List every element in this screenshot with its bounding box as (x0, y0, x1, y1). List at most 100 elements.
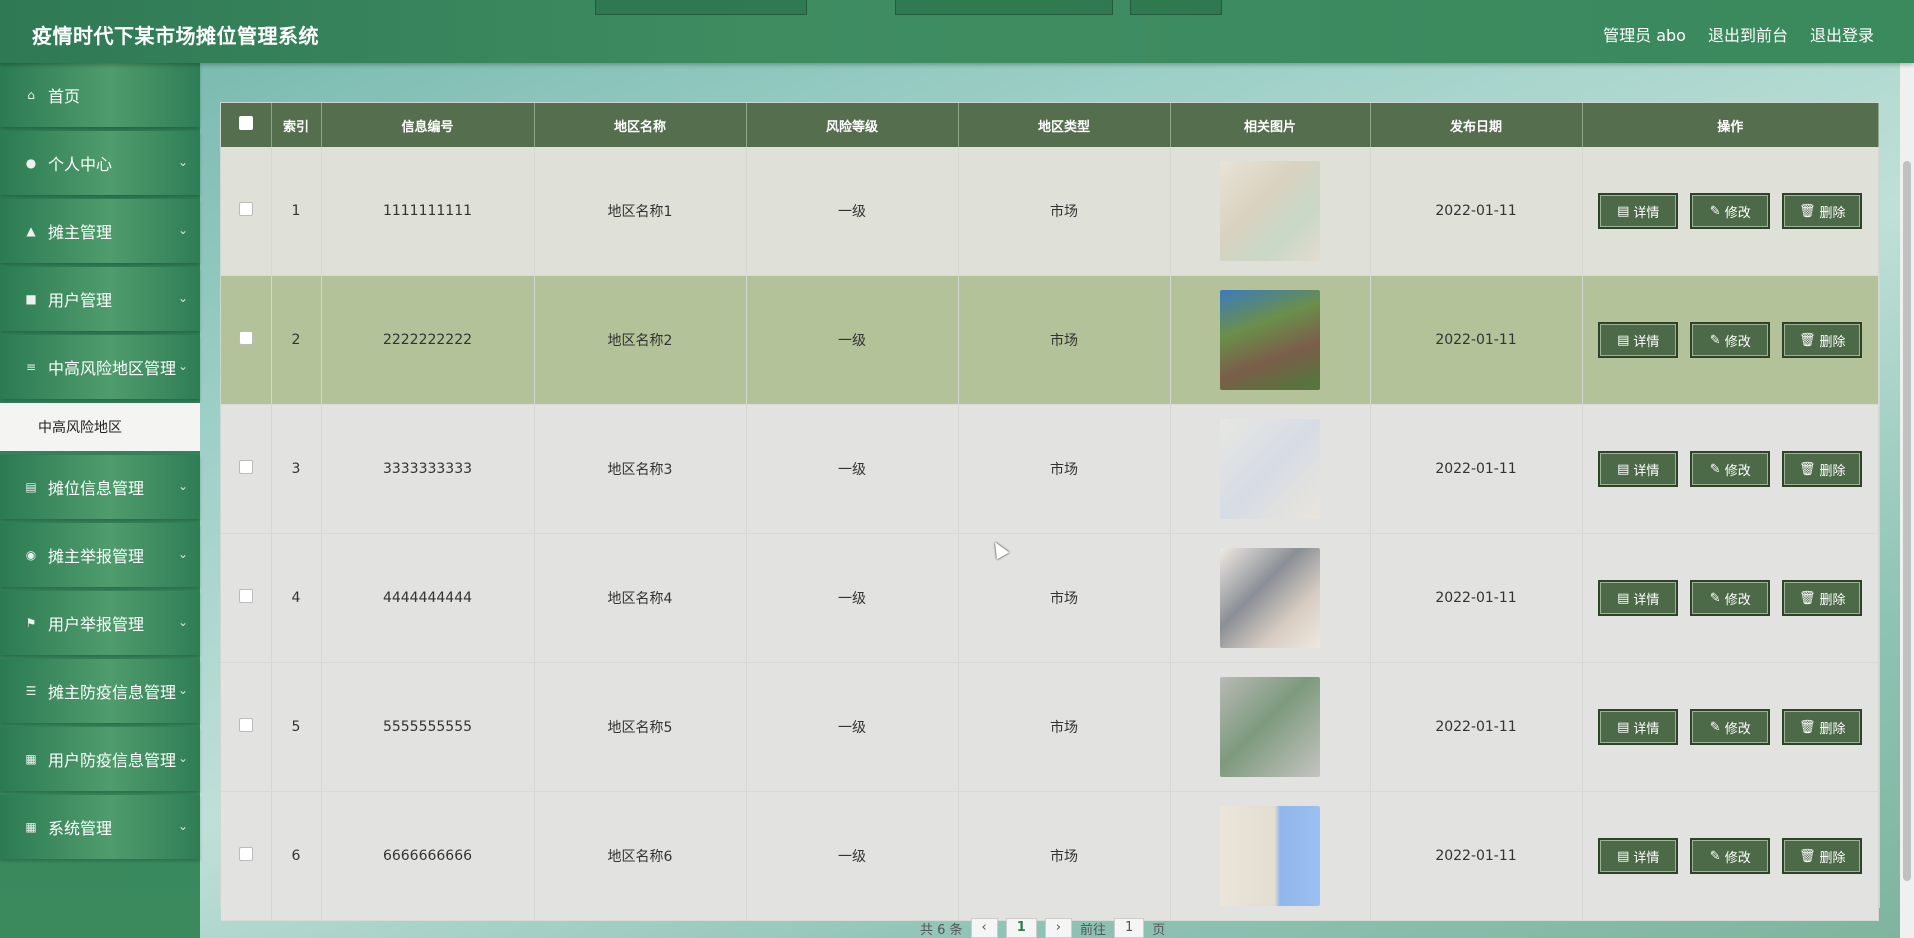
cell-level: 一级 (746, 147, 959, 276)
sidebar-item-home[interactable]: ⌂ 首页 (0, 63, 200, 127)
edit-button[interactable]: ✎ 修改 (1690, 580, 1771, 616)
delete-button-label: 删除 (1819, 592, 1846, 608)
page-scrollbar[interactable] (1900, 63, 1914, 938)
pager-prev-button[interactable]: ‹ (970, 918, 998, 938)
cell-type: 市场 (958, 791, 1171, 921)
delete-button-label: 删除 (1819, 334, 1846, 350)
document-icon: ▤ (1617, 590, 1630, 606)
row-select-cell[interactable] (221, 275, 272, 405)
region-map-thumbnail[interactable] (1220, 548, 1320, 648)
submenu-risk-area[interactable]: 中高风险地区 (0, 403, 200, 451)
region-map-thumbnail[interactable] (1220, 161, 1320, 261)
edit-button[interactable]: ✎ 修改 (1690, 193, 1771, 229)
delete-button[interactable]: 🗑 删除 (1782, 193, 1863, 229)
row-select-cell[interactable] (221, 791, 272, 921)
row-checkbox[interactable] (238, 718, 253, 732)
location-icon: ◉ (25, 548, 37, 562)
sidebar-item-user-epidemic[interactable]: ▦ 用户防疫信息管理 ⌄ (0, 727, 200, 791)
table-row[interactable]: 2 2222222222 地区名称2 一级 市场 2022-01-11 ▤ 详情 … (221, 275, 1879, 405)
detail-button[interactable]: ▤ 详情 (1598, 709, 1679, 745)
sidebar-item-users[interactable]: ■ 用户管理 ⌄ (0, 267, 200, 331)
region-map-thumbnail[interactable] (1220, 419, 1320, 519)
sidebar-item-label: 首页 (48, 87, 81, 106)
edit-button[interactable]: ✎ 修改 (1690, 709, 1771, 745)
sidebar-item-profile[interactable]: ● 个人中心 ⌄ (0, 131, 200, 195)
table-row[interactable]: 4 4444444444 地区名称4 一级 市场 2022-01-11 ▤ 详情 … (221, 533, 1879, 663)
col-header: 风险等级 (746, 103, 959, 147)
pager-next-button[interactable]: › (1044, 918, 1072, 938)
cell-index: 5 (271, 662, 322, 792)
cell-actions: ▤ 详情 ✎ 修改 🗑 删除 (1582, 533, 1879, 663)
select-all-checkbox[interactable] (238, 116, 253, 130)
col-header: 发布日期 (1370, 103, 1583, 147)
row-select-cell[interactable] (221, 662, 272, 792)
cell-code: 3333333333 (321, 404, 535, 534)
detail-button-label: 详情 (1633, 334, 1660, 350)
sidebar: ⌂ 首页 ● 个人中心 ⌄ ▲ 摊主管理 ⌄ ■ 用户管理 ⌄ ≡ 中高风险地区… (0, 63, 200, 938)
cell-name: 地区名称1 (534, 147, 747, 276)
sidebar-item-vendors[interactable]: ▲ 摊主管理 ⌄ (0, 199, 200, 263)
select-all-cell[interactable] (221, 103, 272, 147)
delete-button-label: 删除 (1819, 850, 1846, 866)
pager-current-page[interactable]: 1 (1005, 918, 1037, 938)
pencil-icon: ✎ (1709, 203, 1721, 219)
detail-button[interactable]: ▤ 详情 (1598, 838, 1679, 874)
cell-date: 2022-01-11 (1370, 533, 1583, 663)
sidebar-item-label: 摊主防疫信息管理 (48, 683, 177, 702)
table-row[interactable]: 6 6666666666 地区名称6 一级 市场 2022-01-11 ▤ 详情 … (221, 791, 1879, 921)
delete-button[interactable]: 🗑 删除 (1782, 580, 1863, 616)
detail-button[interactable]: ▤ 详情 (1598, 451, 1679, 487)
sidebar-item-label: 摊主管理 (48, 223, 113, 242)
sidebar-item-vendor-reports[interactable]: ◉ 摊主举报管理 ⌄ (0, 523, 200, 587)
col-header: 信息编号 (321, 103, 535, 147)
list-icon: ≡ (25, 360, 37, 374)
row-checkbox[interactable] (238, 847, 253, 861)
row-checkbox[interactable] (238, 202, 253, 216)
table-row[interactable]: 1 1111111111 地区名称1 一级 市场 2022-01-11 ▤ 详情 … (221, 147, 1879, 276)
delete-button[interactable]: 🗑 删除 (1782, 709, 1863, 745)
logout-link[interactable]: 退出登录 (1810, 22, 1874, 46)
detail-button[interactable]: ▤ 详情 (1598, 580, 1679, 616)
sidebar-item-user-reports[interactable]: ⚑ 用户举报管理 ⌄ (0, 591, 200, 655)
briefcase-icon: ■ (25, 292, 37, 306)
sidebar-item-label: 系统管理 (48, 819, 113, 838)
cell-type: 市场 (958, 275, 1171, 405)
cell-level: 一级 (746, 404, 959, 534)
row-checkbox[interactable] (238, 331, 253, 345)
cell-date: 2022-01-11 (1370, 791, 1583, 921)
detail-button[interactable]: ▤ 详情 (1598, 193, 1679, 229)
detail-button[interactable]: ▤ 详情 (1598, 322, 1679, 358)
trash-icon: 🗑 (1798, 203, 1816, 219)
sidebar-item-label: 中高风险地区管理 (48, 359, 177, 378)
to-front-link[interactable]: 退出到前台 (1708, 22, 1788, 46)
region-map-thumbnail[interactable] (1220, 290, 1320, 390)
scrollbar-thumb[interactable] (1903, 161, 1911, 881)
pager-goto-input[interactable]: 1 (1114, 918, 1145, 938)
table-row[interactable]: 3 3333333333 地区名称3 一级 市场 2022-01-11 ▤ 详情 … (221, 404, 1879, 534)
row-checkbox[interactable] (238, 460, 253, 474)
chevron-down-icon: ⌄ (177, 479, 188, 493)
col-header: 索引 (271, 103, 322, 147)
delete-button[interactable]: 🗑 删除 (1782, 451, 1863, 487)
sidebar-item-vendor-epidemic[interactable]: ☰ 摊主防疫信息管理 ⌄ (0, 659, 200, 723)
row-checkbox[interactable] (238, 589, 253, 603)
region-map-thumbnail[interactable] (1220, 677, 1320, 777)
cell-actions: ▤ 详情 ✎ 修改 🗑 删除 (1582, 791, 1879, 921)
sidebar-item-stalls[interactable]: ▤ 摊位信息管理 ⌄ (0, 455, 200, 519)
region-map-thumbnail[interactable] (1220, 806, 1320, 906)
delete-button[interactable]: 🗑 删除 (1782, 322, 1863, 358)
table-row[interactable]: 5 5555555555 地区名称5 一级 市场 2022-01-11 ▤ 详情 … (221, 662, 1879, 792)
row-select-cell[interactable] (221, 533, 272, 663)
row-select-cell[interactable] (221, 404, 272, 534)
cell-code: 2222222222 (321, 275, 535, 405)
edit-button[interactable]: ✎ 修改 (1690, 451, 1771, 487)
chevron-down-icon: ⌄ (177, 819, 188, 833)
chevron-down-icon: ⌄ (177, 291, 188, 305)
delete-button[interactable]: 🗑 删除 (1782, 838, 1863, 874)
sidebar-item-system[interactable]: ▦ 系统管理 ⌄ (0, 795, 200, 859)
edit-button[interactable]: ✎ 修改 (1690, 322, 1771, 358)
row-select-cell[interactable] (221, 147, 272, 276)
edit-button[interactable]: ✎ 修改 (1690, 838, 1771, 874)
sidebar-item-risk-areas[interactable]: ≡ 中高风险地区管理 ⌄ (0, 335, 200, 399)
cell-name: 地区名称5 (534, 662, 747, 792)
